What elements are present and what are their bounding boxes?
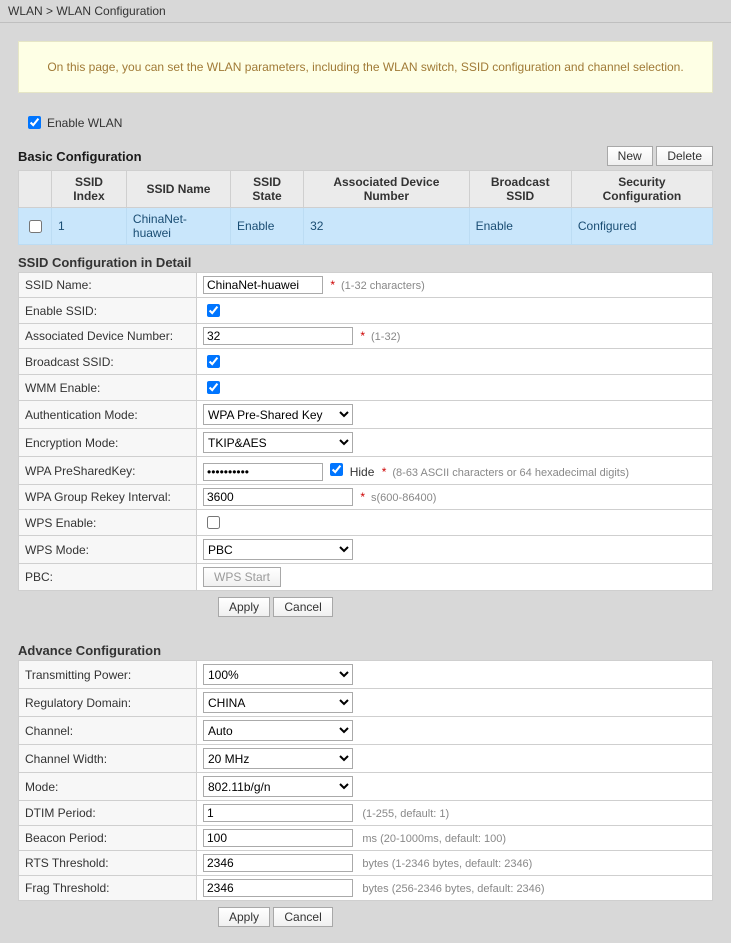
enable-wlan-checkbox[interactable] — [28, 116, 41, 129]
rts-label: RTS Threshold: — [19, 851, 197, 876]
bcast-checkbox[interactable] — [207, 355, 220, 368]
enable-ssid-checkbox[interactable] — [207, 304, 220, 317]
frag-label: Frag Threshold: — [19, 876, 197, 901]
wps-enable-label: WPS Enable: — [19, 510, 197, 536]
enable-wlan-label: Enable WLAN — [47, 116, 122, 130]
wps-start-button[interactable]: WPS Start — [203, 567, 281, 587]
psk-input[interactable] — [203, 463, 323, 481]
rts-input[interactable] — [203, 854, 353, 872]
breadcrumb: WLAN > WLAN Configuration — [0, 0, 731, 23]
rts-hint: bytes (1-2346 bytes, default: 2346) — [362, 858, 532, 870]
rekey-input[interactable] — [203, 488, 353, 506]
wps-enable-checkbox[interactable] — [207, 516, 220, 529]
auth-select[interactable]: WPA Pre-Shared Key — [203, 404, 353, 425]
rekey-hint: s(600-86400) — [371, 492, 436, 504]
enc-label: Encryption Mode: — [19, 429, 197, 457]
col-ssid-index: SSID Index — [52, 171, 127, 208]
col-sec: Security Configuration — [571, 171, 712, 208]
cell-assoc: 32 — [304, 208, 469, 245]
new-button[interactable]: New — [607, 146, 653, 166]
col-ssid-name: SSID Name — [126, 171, 230, 208]
basic-title: Basic Configuration — [18, 149, 142, 164]
tx-select[interactable]: 100% — [203, 664, 353, 685]
beacon-label: Beacon Period: — [19, 826, 197, 851]
ssid-name-hint: (1-32 characters) — [341, 280, 425, 292]
assoc-label: Associated Device Number: — [19, 324, 197, 349]
cell-name: ChinaNet-huawei — [126, 208, 230, 245]
page-hint: On this page, you can set the WLAN param… — [18, 41, 713, 93]
enc-select[interactable]: TKIP&AES — [203, 432, 353, 453]
wmm-checkbox[interactable] — [207, 381, 220, 394]
bcast-label: Broadcast SSID: — [19, 349, 197, 375]
detail-title: SSID Configuration in Detail — [18, 245, 713, 272]
beacon-hint: ms (20-1000ms, default: 100) — [362, 833, 506, 845]
apply-button-detail[interactable]: Apply — [218, 597, 270, 617]
col-ssid-state: SSID State — [231, 171, 304, 208]
col-assoc: Associated Device Number — [304, 171, 469, 208]
cell-bcast: Enable — [469, 208, 571, 245]
wmm-label: WMM Enable: — [19, 375, 197, 401]
delete-button[interactable]: Delete — [656, 146, 713, 166]
dtim-label: DTIM Period: — [19, 801, 197, 826]
assoc-hint: (1-32) — [371, 331, 400, 343]
auth-label: Authentication Mode: — [19, 401, 197, 429]
col-bcast: Broadcast SSID — [469, 171, 571, 208]
apply-button-adv[interactable]: Apply — [218, 907, 270, 927]
table-row[interactable]: 1 ChinaNet-huawei Enable 32 Enable Confi… — [19, 208, 713, 245]
assoc-input[interactable] — [203, 327, 353, 345]
ssid-name-label: SSID Name: — [19, 273, 197, 298]
beacon-input[interactable] — [203, 829, 353, 847]
cell-state: Enable — [231, 208, 304, 245]
wps-mode-select[interactable]: PBC — [203, 539, 353, 560]
hide-psk-checkbox[interactable] — [330, 463, 343, 476]
frag-input[interactable] — [203, 879, 353, 897]
pbc-label: PBC: — [19, 564, 197, 591]
dtim-input[interactable] — [203, 804, 353, 822]
chan-select[interactable]: Auto — [203, 720, 353, 741]
cell-sec: Configured — [571, 208, 712, 245]
reg-select[interactable]: CHINA — [203, 692, 353, 713]
wps-mode-label: WPS Mode: — [19, 536, 197, 564]
row-checkbox[interactable] — [29, 220, 42, 233]
width-label: Channel Width: — [19, 745, 197, 773]
rekey-label: WPA Group Rekey Interval: — [19, 485, 197, 510]
cell-idx: 1 — [52, 208, 127, 245]
mode-select[interactable]: 802.11b/g/n — [203, 776, 353, 797]
mode-label: Mode: — [19, 773, 197, 801]
psk-label: WPA PreSharedKey: — [19, 457, 197, 485]
cancel-button-adv[interactable]: Cancel — [273, 907, 332, 927]
ssid-name-input[interactable] — [203, 276, 323, 294]
psk-hint: (8-63 ASCII characters or 64 hexadecimal… — [392, 467, 629, 479]
dtim-hint: (1-255, default: 1) — [362, 808, 449, 820]
reg-label: Regulatory Domain: — [19, 689, 197, 717]
frag-hint: bytes (256-2346 bytes, default: 2346) — [362, 883, 544, 895]
adv-title: Advance Configuration — [18, 633, 713, 660]
tx-label: Transmitting Power: — [19, 661, 197, 689]
ssid-table: SSID Index SSID Name SSID State Associat… — [18, 170, 713, 245]
cancel-button-detail[interactable]: Cancel — [273, 597, 332, 617]
enable-ssid-label: Enable SSID: — [19, 298, 197, 324]
width-select[interactable]: 20 MHz — [203, 748, 353, 769]
chan-label: Channel: — [19, 717, 197, 745]
hide-psk-label: Hide — [350, 465, 378, 479]
